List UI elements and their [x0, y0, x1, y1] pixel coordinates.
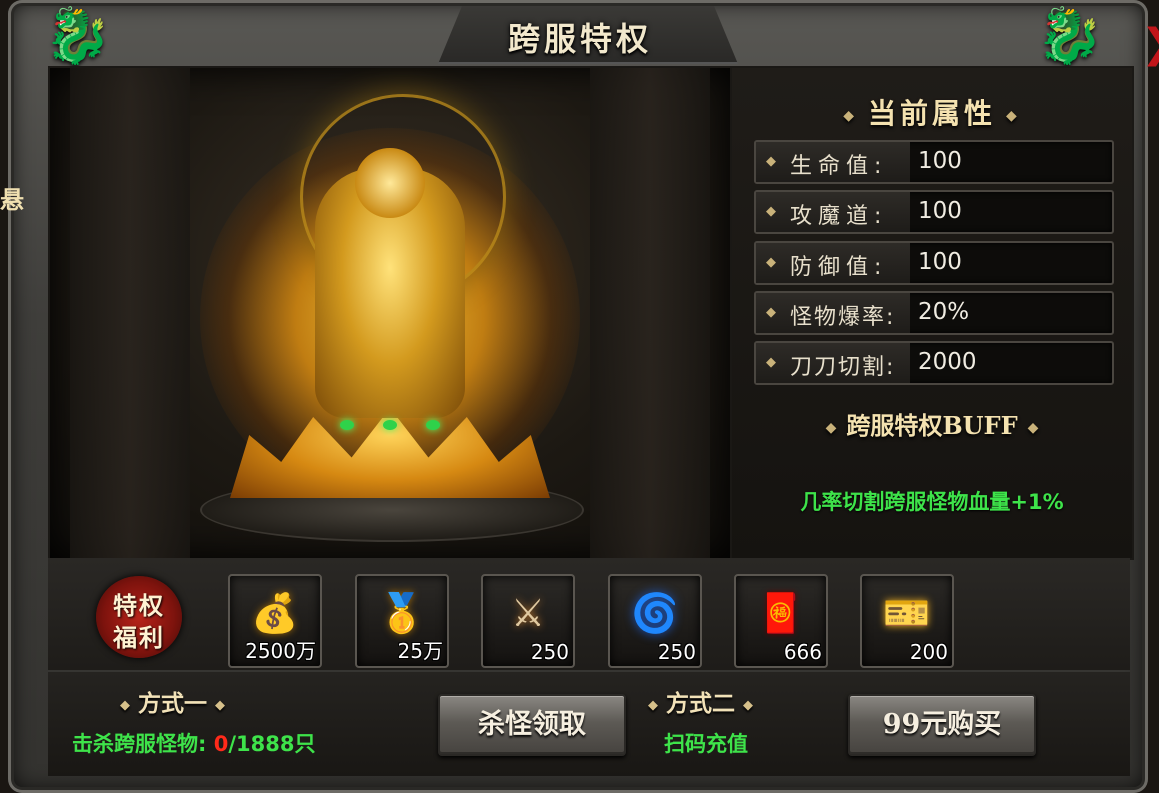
reward-slot-spirit[interactable]: 🌀 250 — [608, 574, 702, 668]
reward-quantity: 666 — [783, 640, 822, 664]
method-two-title: 方式二 — [666, 690, 735, 717]
reward-quantity: 25万 — [397, 639, 443, 663]
diamond-bullet-icon: ◆ — [766, 204, 776, 219]
current-attributes-title: 当前属性 — [867, 97, 996, 130]
scan-recharge-text: 扫码充值 — [664, 732, 748, 756]
attributes-panel: ◆ 当前属性 ◆ ◆ 生命值: 100 ◆ 攻魔道: 100 ◆ 防御值: 100 … — [730, 66, 1134, 560]
buff-heading: ◆ 跨服特权BUFF ◆ — [732, 406, 1132, 441]
red-envelope-icon: 🧧 — [757, 591, 805, 635]
gem — [340, 420, 354, 430]
pillar-right — [590, 68, 710, 558]
gold-pile-icon: 💰 — [251, 591, 299, 635]
attr-row-cut: ◆ 刀刀切割: 2000 — [754, 341, 1114, 385]
ornament-icon: ◆ — [1027, 419, 1039, 436]
jade-gems — [340, 420, 440, 430]
reward-quantity: 250 — [657, 640, 696, 664]
method-one-heading: ◆ 方式一 ◆ — [112, 684, 233, 718]
ornament-icon: ◆ — [1006, 107, 1021, 124]
attr-value: 100 — [918, 148, 962, 174]
attr-row-hp: ◆ 生命值: 100 — [754, 140, 1114, 184]
reward-slot-ingot[interactable]: 🥇 25万 — [355, 574, 449, 668]
ornament-icon: ◆ — [843, 107, 858, 124]
badge-line-2: 福利 — [113, 623, 165, 652]
dragon-ornament-left-icon: 🐉 — [44, 4, 112, 67]
attr-row-drop-rate: ◆ 怪物爆率: 20% — [754, 291, 1114, 335]
kill-progress: 击杀跨服怪物: 0/1888只 — [72, 728, 315, 758]
method-two-heading: ◆ 方式二 ◆ — [640, 684, 761, 718]
attr-value: 100 — [918, 249, 962, 275]
reward-quantity: 2500万 — [245, 639, 316, 663]
attr-label: 刀刀切割: — [790, 355, 896, 380]
attr-row-attack: ◆ 攻魔道: 100 — [754, 190, 1114, 234]
sword-medallion-icon: ⚔ — [510, 591, 546, 635]
gold-card-icon: 🎫 — [883, 591, 931, 635]
reward-slot-card[interactable]: 🎫 200 — [860, 574, 954, 668]
buff-title: 跨服特权BUFF — [846, 411, 1018, 440]
attr-value: 2000 — [918, 349, 977, 375]
gem — [426, 420, 440, 430]
ornament-icon: ◆ — [120, 697, 130, 713]
gold-ingot-icon: 🥇 — [378, 591, 426, 635]
attr-value: 20% — [918, 299, 970, 325]
attr-label: 怪物爆率: — [790, 305, 896, 330]
buff-description: 几率切割跨服怪物血量+1% — [800, 490, 1064, 514]
ornament-icon: ◆ — [825, 419, 837, 436]
buy-button[interactable]: 99元购买 — [848, 694, 1036, 756]
close-icon[interactable]: ❯ — [1141, 20, 1159, 68]
kill-claim-button[interactable]: 杀怪领取 — [438, 694, 626, 756]
reward-quantity: 250 — [530, 640, 569, 664]
reward-slot-envelope[interactable]: 🧧 666 — [734, 574, 828, 668]
ornament-icon: ◆ — [743, 697, 753, 713]
ornament-icon: ◆ — [215, 697, 225, 713]
reward-quantity: 200 — [909, 640, 948, 664]
kill-label: 击杀跨服怪物: — [72, 732, 207, 756]
hero-showcase — [48, 66, 732, 560]
diamond-bullet-icon: ◆ — [766, 305, 776, 320]
left-edge-text: 悬 — [0, 186, 24, 214]
kill-target-count: /1888只 — [228, 732, 316, 756]
reward-slot-gold[interactable]: 💰 2500万 — [228, 574, 322, 668]
dragon-ornament-right-icon: 🐉 — [1036, 4, 1104, 67]
kill-current-count: 0 — [213, 732, 229, 756]
reward-slot-sword[interactable]: ⚔ 250 — [481, 574, 575, 668]
benefits-strip: 特权 福利 💰 2500万 🥇 25万 ⚔ 250 🌀 250 🧧 666 🎫 … — [48, 558, 1130, 670]
blue-spirit-icon: 🌀 — [631, 591, 679, 635]
diamond-bullet-icon: ◆ — [766, 255, 776, 270]
pillar-left — [70, 68, 190, 558]
diamond-bullet-icon: ◆ — [766, 154, 776, 169]
attr-label: 攻魔道: — [790, 204, 888, 229]
window-title: 跨服特权 — [507, 20, 652, 58]
diamond-bullet-icon: ◆ — [766, 355, 776, 370]
attr-value: 100 — [918, 198, 962, 224]
acquisition-methods: ◆ 方式一 ◆ 击杀跨服怪物: 0/1888只 杀怪领取 ◆ 方式二 ◆ 扫码充值 99… — [48, 672, 1130, 776]
gem — [383, 420, 397, 430]
method-one-title: 方式一 — [138, 690, 207, 717]
attr-row-defense: ◆ 防御值: 100 — [754, 241, 1114, 285]
attr-label: 防御值: — [790, 255, 888, 280]
badge-line-1: 特权 — [113, 591, 165, 620]
current-attributes-heading: ◆ 当前属性 ◆ — [732, 92, 1132, 132]
attr-label: 生命值: — [790, 154, 888, 179]
golden-warrior-head — [355, 148, 425, 218]
privilege-benefits-badge: 特权 福利 — [96, 576, 182, 658]
ornament-icon: ◆ — [648, 697, 658, 713]
